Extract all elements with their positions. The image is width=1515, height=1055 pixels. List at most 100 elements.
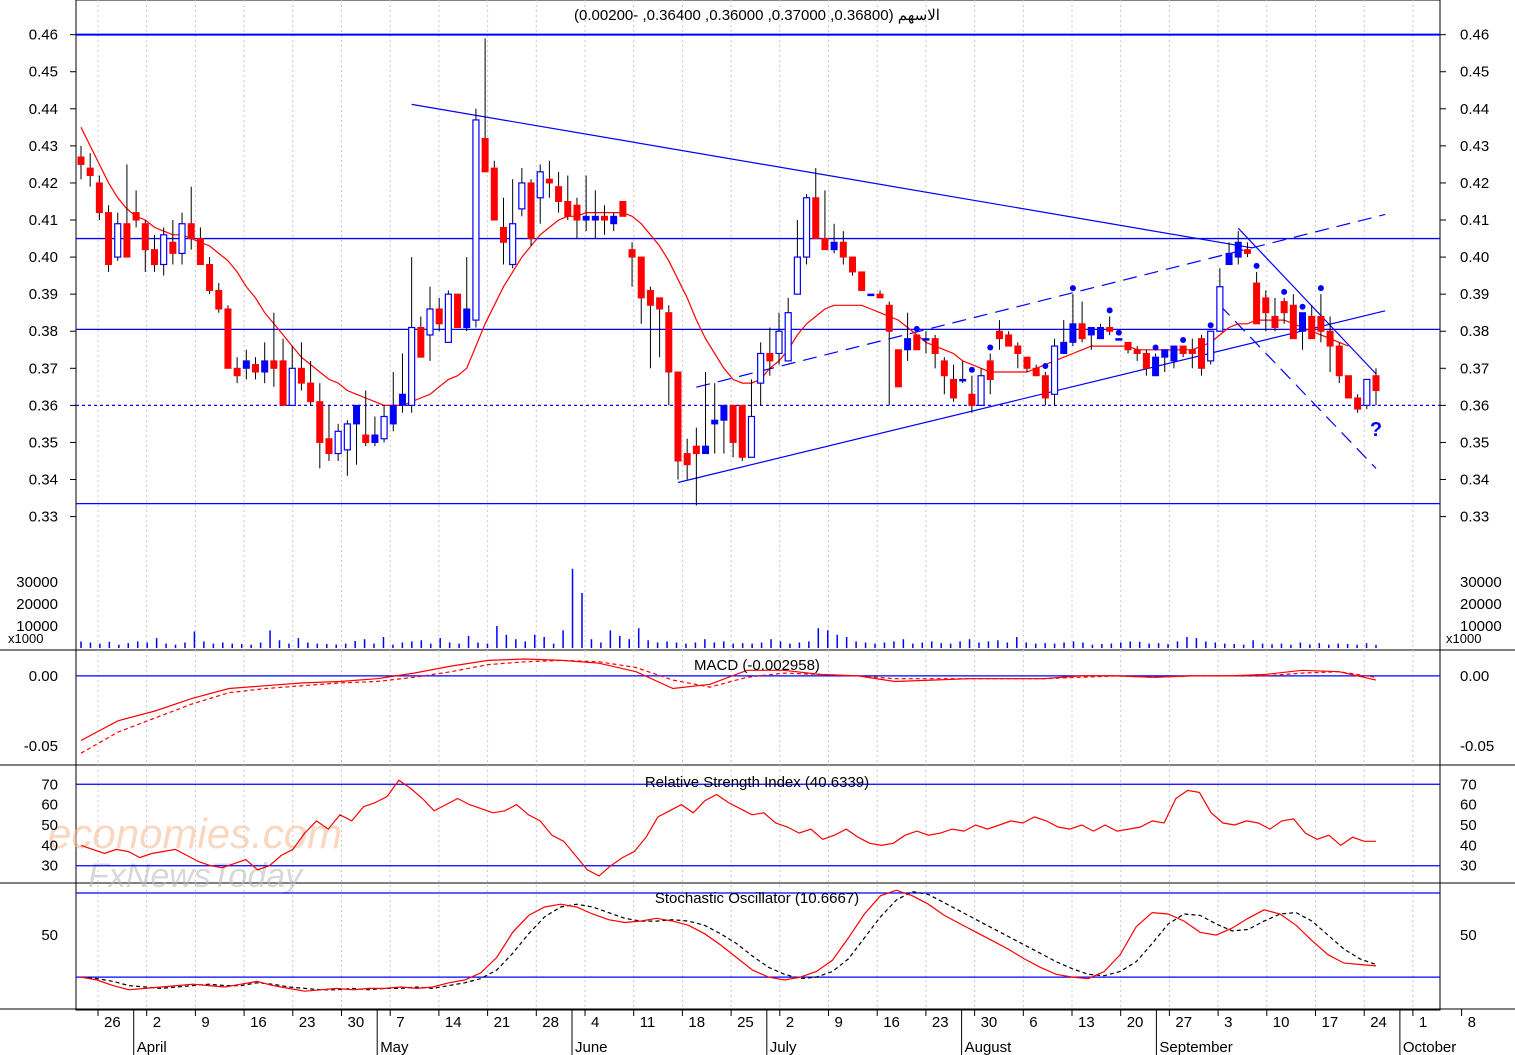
candle-body: [674, 371, 682, 462]
price-tick-label-left: 0.43: [29, 138, 58, 155]
x-day-label: 16: [250, 1014, 267, 1031]
candle-body: [702, 445, 710, 455]
candle-body: [848, 256, 856, 273]
x-month-label: September: [1159, 1039, 1232, 1055]
candle-body: [187, 223, 195, 240]
candle-body: [858, 271, 866, 291]
x-day-label: 28: [542, 1014, 559, 1031]
x-day-label: 9: [835, 1014, 843, 1031]
candle-body: [940, 360, 948, 377]
candle-body: [1170, 345, 1178, 362]
stochastic-tick-label-left: 50: [41, 927, 58, 944]
candle-body: [252, 364, 260, 373]
candle-body: [1115, 338, 1123, 341]
candle-body: [1197, 338, 1205, 369]
candle-body: [242, 360, 250, 369]
candle-body: [738, 404, 746, 458]
candle-body: [444, 293, 452, 343]
candle-body: [766, 352, 774, 362]
price-tick-label-left: 0.46: [29, 27, 58, 44]
candle-body: [931, 338, 939, 354]
x-day-label: 10: [1273, 1014, 1290, 1031]
candle-body: [206, 264, 214, 291]
price-tick-label-left: 0.33: [29, 509, 58, 526]
stock-chart: economies.com FxNewsToday 0.33 0.33 0.34 0.…: [0, 0, 1515, 1055]
candle-body: [288, 367, 296, 406]
x-month-label: May: [380, 1039, 409, 1055]
signal-dot: [1207, 322, 1214, 329]
x-day-label: 7: [396, 1014, 404, 1031]
candle-body: [968, 393, 976, 406]
stochastic-tick-label-right: 50: [1460, 927, 1477, 944]
x-day-label: 14: [445, 1014, 462, 1031]
candle-body: [1179, 345, 1187, 354]
price-tick-label-right: 0.43: [1460, 138, 1489, 155]
candle-body: [215, 289, 223, 310]
candle-body: [123, 223, 131, 258]
rsi-tick-label-left: 60: [41, 797, 58, 814]
candle-body: [986, 360, 994, 380]
stochastic-title: Stochastic Oscillator (10.6667): [655, 890, 859, 907]
x-day-label: 16: [883, 1014, 900, 1031]
watermark-line2: FxNewsToday: [88, 857, 304, 895]
candle-body: [894, 349, 902, 388]
x-day-label: 25: [737, 1014, 754, 1031]
x-month-label: July: [770, 1039, 797, 1055]
candle-body: [637, 256, 645, 299]
candle-body: [160, 234, 168, 266]
candle-body: [619, 200, 627, 217]
price-tick-label-right: 0.34: [1460, 472, 1489, 489]
signal-dot: [1152, 344, 1159, 351]
rsi-tick-label-right: 50: [1460, 817, 1477, 834]
x-day-label: 20: [1127, 1014, 1144, 1031]
candle-body: [1142, 352, 1150, 369]
price-tick-label-right: 0.33: [1460, 509, 1489, 526]
candle-body: [1087, 327, 1095, 336]
candle-body: [1308, 315, 1316, 340]
price-tick-label-right: 0.45: [1460, 64, 1489, 81]
price-title: الاسهم (0.36800, 0.37000, 0.36000, 0.364…: [574, 7, 940, 24]
rsi-tick-label-right: 40: [1460, 837, 1477, 854]
x-month-label: June: [575, 1039, 608, 1055]
candle-body: [490, 167, 498, 221]
x-month-label: April: [137, 1039, 167, 1055]
x-day-label: 23: [932, 1014, 949, 1031]
x-day-label: 6: [1029, 1014, 1037, 1031]
candle-body: [132, 212, 140, 221]
candle-body: [509, 223, 517, 266]
price-tick-label-left: 0.38: [29, 323, 58, 340]
candle-body: [417, 327, 425, 358]
candle-body: [1096, 327, 1104, 340]
candle-body: [1262, 297, 1270, 314]
x-day-label: 17: [1322, 1014, 1339, 1031]
candle-body: [839, 241, 847, 258]
candle-body: [408, 326, 416, 406]
volume-unit-label-left: x1000: [8, 631, 43, 646]
macd-tick-label-left: -0.05: [24, 738, 58, 755]
x-day-label: 3: [1224, 1014, 1232, 1031]
candle-body: [1133, 349, 1141, 354]
candle-body: [1271, 315, 1279, 329]
x-day-label: 30: [348, 1014, 365, 1031]
rsi-tick-label-left: 30: [41, 858, 58, 875]
candle-body: [885, 304, 893, 332]
candle-body: [922, 338, 930, 341]
candle-body: [343, 423, 351, 451]
x-day-label: 8: [1468, 1014, 1476, 1031]
macd-tick-label-right: 0.00: [1460, 668, 1489, 685]
candle-body: [86, 167, 94, 177]
signal-dot: [1042, 363, 1049, 370]
candle-body: [646, 289, 654, 306]
candle-body: [977, 375, 985, 406]
x-day-label: 9: [201, 1014, 209, 1031]
signal-dot: [1106, 307, 1113, 314]
candle-body: [591, 215, 599, 221]
candle-body: [454, 293, 462, 329]
x-day-label: 24: [1370, 1014, 1387, 1031]
rsi-tick-label-left: 40: [41, 837, 58, 854]
x-day-label: 27: [1175, 1014, 1192, 1031]
candle-body: [499, 226, 507, 243]
x-day-label: 2: [786, 1014, 794, 1031]
candle-body: [1289, 304, 1297, 340]
candle-body: [279, 360, 287, 406]
